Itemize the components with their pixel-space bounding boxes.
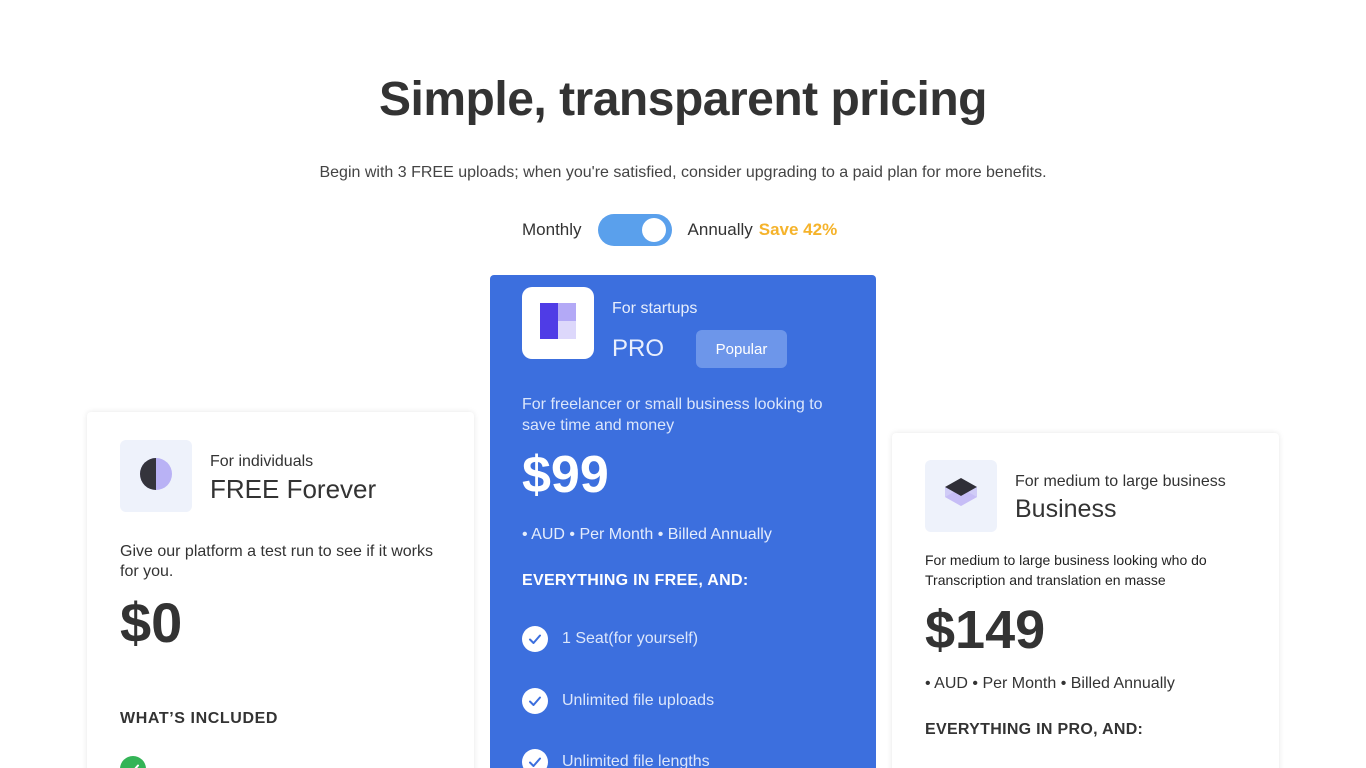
features-heading: EVERYTHING IN FREE, AND: xyxy=(522,572,749,589)
billing-toggle: Monthly Annually Save 42% xyxy=(522,214,837,246)
stack-icon xyxy=(944,476,978,517)
plan-icon-box xyxy=(120,440,192,512)
blocks-icon xyxy=(538,301,578,346)
feature-text: 1 Seat(for yourself) xyxy=(562,630,699,647)
plan-price: $0 xyxy=(120,591,183,654)
check-icon xyxy=(522,749,548,768)
feature-text: Unlimited file uploads xyxy=(562,692,715,709)
billing-note: • AUD • Per Month • Billed Annually xyxy=(522,526,772,543)
plan-card-pro: For startups PRO Popular For freelancer … xyxy=(490,275,876,768)
plan-name: Business xyxy=(1015,495,1117,523)
plan-icon-box xyxy=(925,460,997,532)
feature-item: Unlimited file lengths xyxy=(522,749,710,768)
plan-description: Give our platform a test run to see if i… xyxy=(120,543,434,580)
annually-label[interactable]: Annually xyxy=(688,220,753,240)
popular-badge: Popular xyxy=(696,330,787,368)
plan-description: For freelancer or small business looking… xyxy=(522,396,823,434)
plan-card-free: For individuals FREE Forever Give our pl… xyxy=(87,412,474,768)
page-title: Simple, transparent pricing xyxy=(379,73,987,126)
plan-price: $149 xyxy=(925,600,1046,660)
features-heading: WHAT’S INCLUDED xyxy=(120,710,279,727)
plan-audience: For individuals xyxy=(210,453,314,470)
pricing-page: Simple, transparent pricing Begin with 3… xyxy=(0,0,1366,768)
plan-card-business: For medium to large business Business Fo… xyxy=(892,433,1279,768)
billing-period-switch[interactable] xyxy=(597,214,672,246)
plan-name: PRO xyxy=(612,335,665,362)
page-subtitle: Begin with 3 FREE uploads; when you're s… xyxy=(319,164,1047,181)
plan-price: $99 xyxy=(522,446,609,504)
billing-note: • AUD • Per Month • Billed Annually xyxy=(925,675,1175,692)
plan-audience: For startups xyxy=(612,300,698,317)
feature-item: 1 Seat(for yourself) xyxy=(522,626,698,652)
features-heading: EVERYTHING IN PRO, AND: xyxy=(925,721,1144,738)
feature-item: Unlimited file uploads xyxy=(522,688,714,714)
half-circle-icon xyxy=(140,457,172,495)
check-icon xyxy=(120,756,146,768)
save-badge: Save 42% xyxy=(758,220,838,239)
plan-icon-box xyxy=(522,287,594,359)
switch-knob xyxy=(641,218,666,242)
plan-description: For medium to large business looking who… xyxy=(925,552,1207,588)
plan-audience: For medium to large business xyxy=(1015,473,1226,490)
feature-text: Unlimited file lengths xyxy=(562,753,710,768)
check-icon xyxy=(522,688,548,714)
check-icon xyxy=(522,626,548,652)
plan-name: FREE Forever xyxy=(210,474,377,504)
monthly-label[interactable]: Monthly xyxy=(522,220,582,240)
